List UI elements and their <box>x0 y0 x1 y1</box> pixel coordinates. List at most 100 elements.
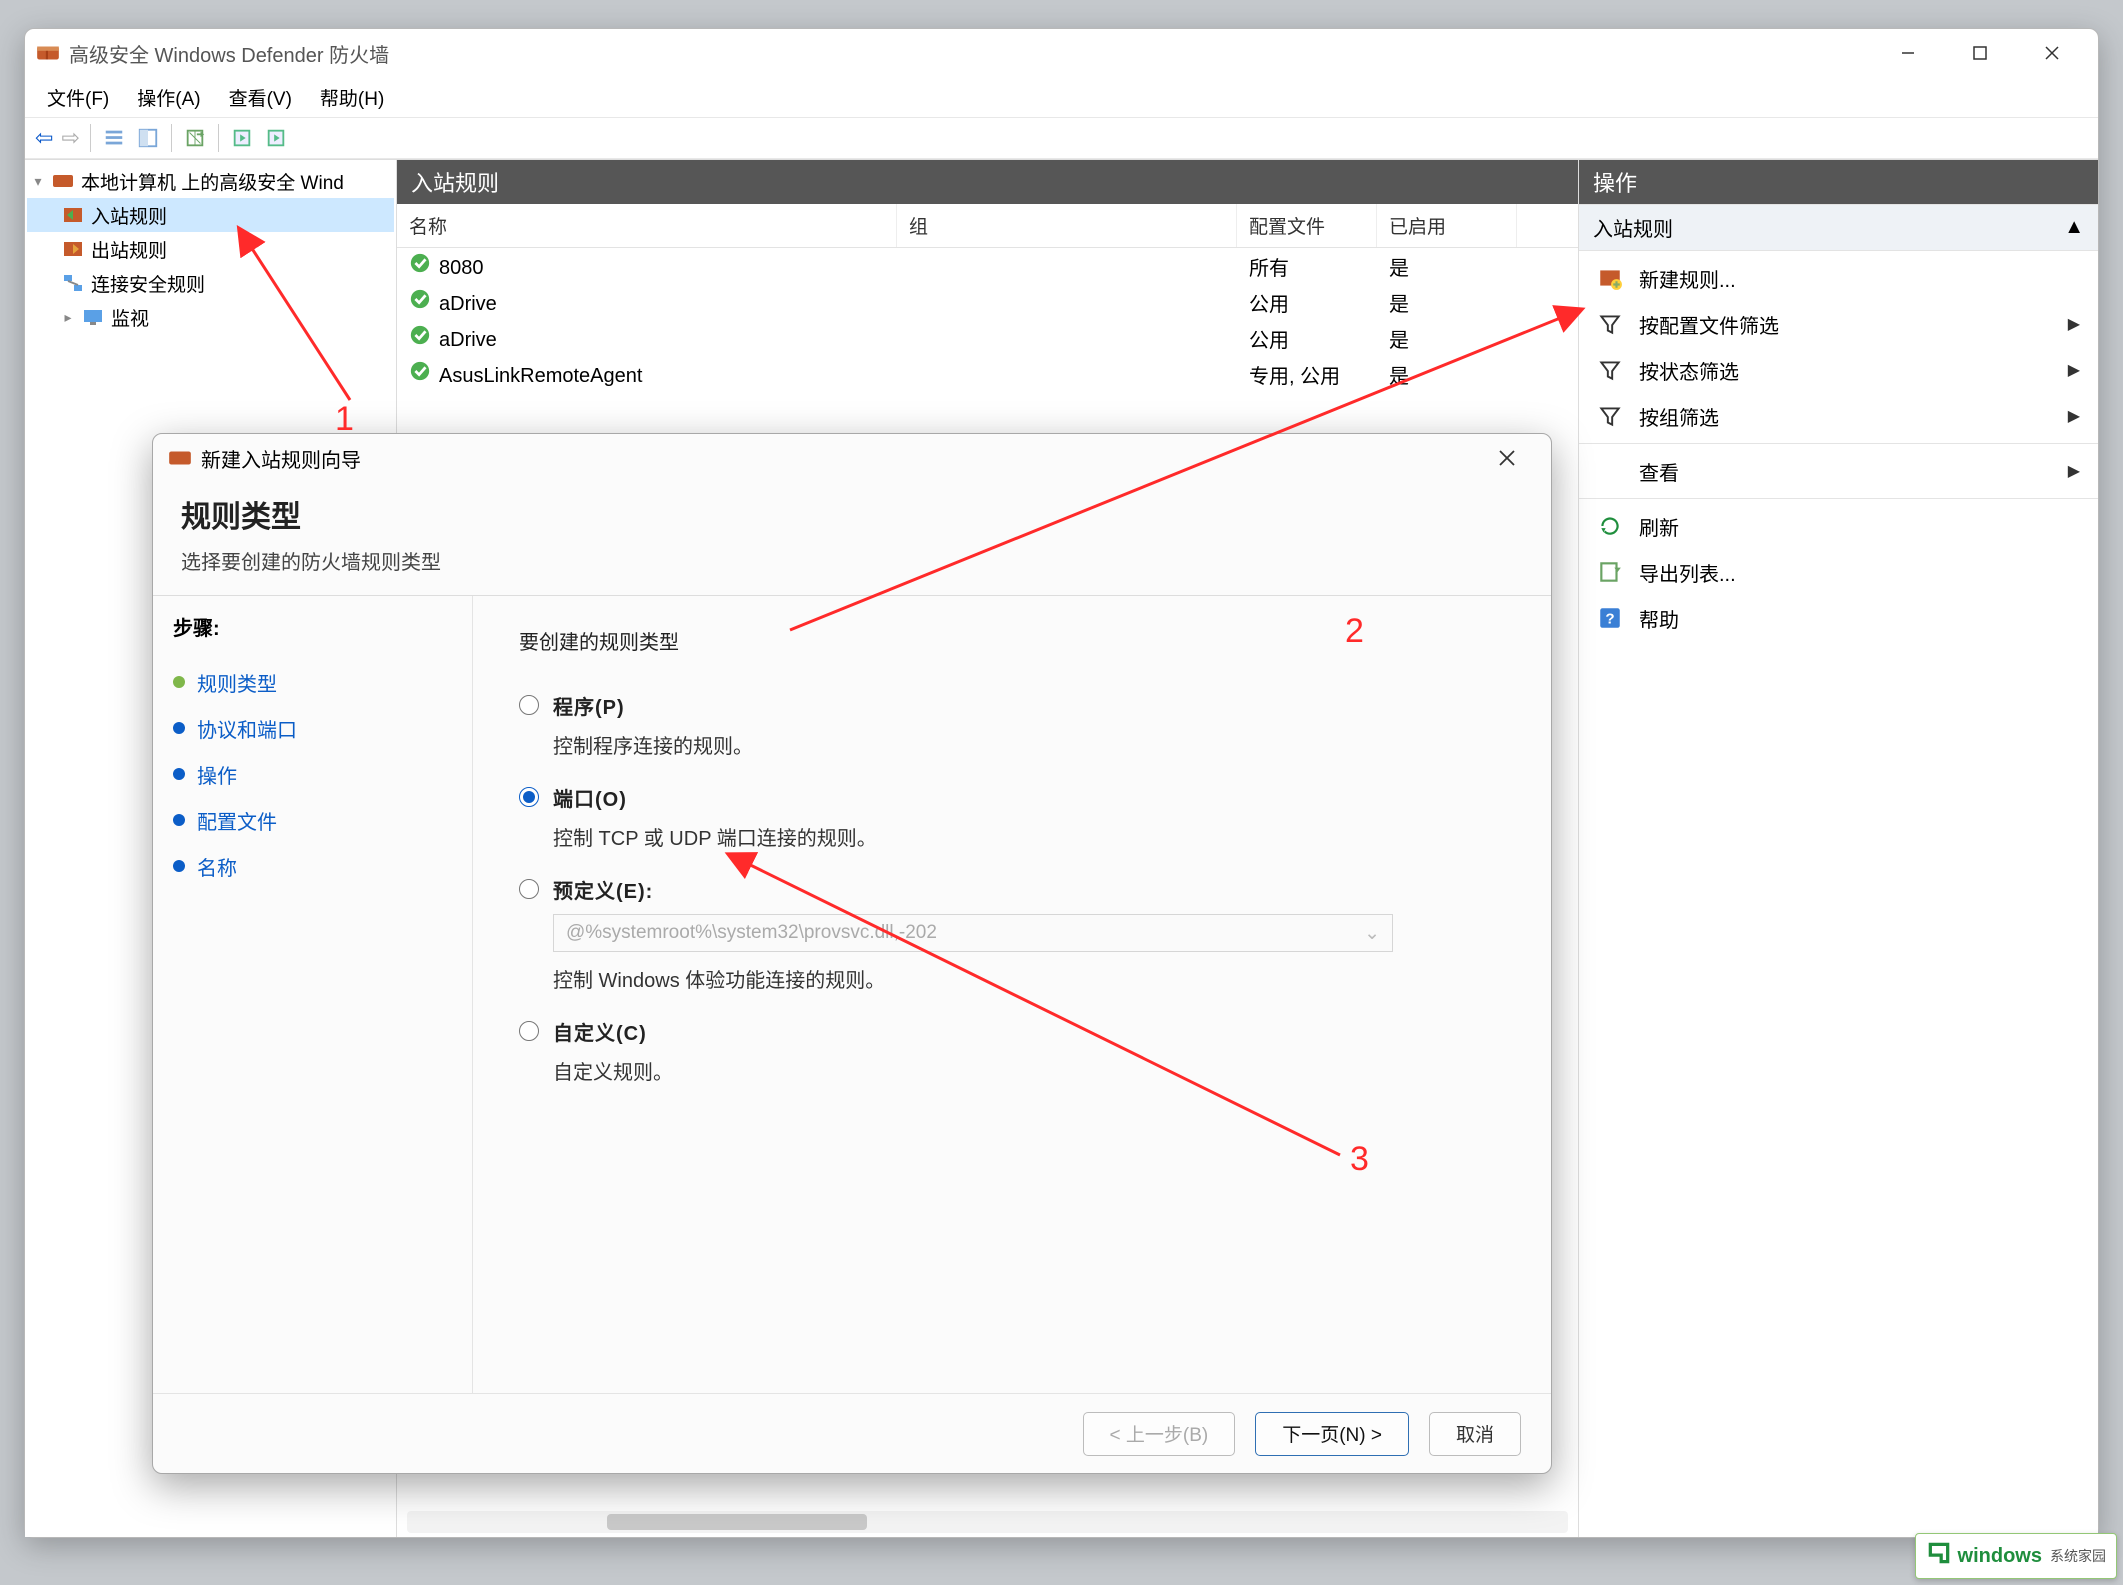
toolbar-button-4[interactable] <box>225 121 259 155</box>
steps-label: 步骤: <box>173 612 452 641</box>
tree-root[interactable]: ▾ 本地计算机 上的高级安全 Wind <box>27 164 394 198</box>
wizard-title: 新建入站规则向导 <box>201 444 361 473</box>
step-profile[interactable]: 配置文件 <box>173 797 452 843</box>
window-title: 高级安全 Windows Defender 防火墙 <box>69 39 389 68</box>
radio-predefined-input[interactable] <box>519 879 539 899</box>
col-name[interactable]: 名称 <box>397 204 897 247</box>
allow-icon <box>409 360 431 382</box>
action-filter-group[interactable]: 按组筛选 ▶ <box>1579 393 2098 439</box>
actions-pane: 操作 入站规则 ▲ 新建规则... 按配置文件筛选 ▶ 按状态筛选 ▶ <box>1578 160 2098 1537</box>
annotation-1: 1 <box>335 400 354 439</box>
radio-custom-input[interactable] <box>519 1021 539 1041</box>
actions-group-title: 入站规则 ▲ <box>1579 204 2098 251</box>
list-header: 名称 组 配置文件 已启用 <box>397 204 1578 248</box>
menu-help[interactable]: 帮助(H) <box>310 80 394 115</box>
action-filter-state[interactable]: 按状态筛选 ▶ <box>1579 347 2098 393</box>
close-button[interactable] <box>2016 32 2088 74</box>
titlebar: 高级安全 Windows Defender 防火墙 <box>25 29 2098 77</box>
minimize-button[interactable] <box>1872 32 1944 74</box>
annotation-2: 2 <box>1345 612 1364 651</box>
tree-root-label: 本地计算机 上的高级安全 Wind <box>81 168 344 195</box>
refresh-icon <box>1597 513 1623 539</box>
toolbar-button-5[interactable] <box>259 121 293 155</box>
funnel-icon <box>1597 357 1623 383</box>
annotation-3: 3 <box>1350 1140 1369 1179</box>
tree-item-label: 入站规则 <box>91 202 167 229</box>
back-button: < 上一步(B) <box>1083 1412 1236 1456</box>
radio-port-input[interactable] <box>519 787 539 807</box>
toolbar: ⇦ ⇨ <box>25 117 2098 159</box>
chevron-down-icon: ⌄ <box>1364 922 1380 945</box>
wizard-steps: 步骤: 规则类型 协议和端口 操作 配置文件 名称 <box>153 596 473 1393</box>
col-profile[interactable]: 配置文件 <box>1237 204 1377 247</box>
firewall-icon <box>51 169 75 193</box>
action-new-rule[interactable]: 新建规则... <box>1579 255 2098 301</box>
watermark: windows系统家园 <box>1915 1533 2117 1579</box>
radio-program-desc: 控制程序连接的规则。 <box>553 730 1505 759</box>
allow-icon <box>409 288 431 310</box>
connection-security-icon <box>61 271 85 295</box>
step-action[interactable]: 操作 <box>173 751 452 797</box>
radio-program-input[interactable] <box>519 695 539 715</box>
chevron-right-icon: ▶ <box>2068 461 2080 481</box>
maximize-button[interactable] <box>1944 32 2016 74</box>
action-refresh[interactable]: 刷新 <box>1579 503 2098 549</box>
funnel-icon <box>1597 311 1623 337</box>
tree-item-label: 连接安全规则 <box>91 270 205 297</box>
allow-icon <box>409 324 431 346</box>
toolbar-button-1[interactable] <box>97 121 131 155</box>
col-enabled[interactable]: 已启用 <box>1377 204 1517 247</box>
menu-file[interactable]: 文件(F) <box>37 80 119 115</box>
tree-toggle-icon[interactable]: ▾ <box>31 173 45 190</box>
menu-action[interactable]: 操作(A) <box>127 80 210 115</box>
center-header: 入站规则 <box>397 160 1578 204</box>
collapse-icon[interactable]: ▲ <box>2064 216 2084 239</box>
firewall-icon <box>167 445 193 471</box>
watermark-brand: windows <box>1958 1545 2042 1568</box>
watermark-logo-icon <box>1926 1540 1952 1572</box>
help-icon: ? <box>1597 605 1623 631</box>
action-help[interactable]: ? 帮助 <box>1579 595 2098 641</box>
action-view[interactable]: 查看 ▶ <box>1579 448 2098 494</box>
tree-item-label: 出站规则 <box>91 236 167 263</box>
menu-view[interactable]: 查看(V) <box>219 80 302 115</box>
nav-forward-icon: ⇨ <box>57 125 83 151</box>
svg-text:?: ? <box>1605 610 1614 627</box>
chevron-right-icon: ▶ <box>2068 314 2080 334</box>
annotation-arrow-2 <box>780 300 1600 640</box>
actions-list: 新建规则... 按配置文件筛选 ▶ 按状态筛选 ▶ 按组筛选 ▶ <box>1579 251 2098 645</box>
next-button[interactable]: 下一页(N) > <box>1255 1412 1409 1456</box>
chevron-right-icon: ▶ <box>2068 406 2080 426</box>
action-export[interactable]: 导出列表... <box>1579 549 2098 595</box>
radio-port[interactable]: 端口(O) <box>519 783 1505 812</box>
nav-back-icon[interactable]: ⇦ <box>31 125 57 151</box>
step-protocol-ports[interactable]: 协议和端口 <box>173 705 452 751</box>
action-filter-profile[interactable]: 按配置文件筛选 ▶ <box>1579 301 2098 347</box>
tree-toggle-icon[interactable]: ▸ <box>61 309 75 326</box>
export-icon <box>1597 559 1623 585</box>
toolbar-button-3[interactable] <box>178 121 212 155</box>
cancel-button[interactable]: 取消 <box>1429 1412 1521 1456</box>
allow-icon <box>409 252 431 274</box>
outbound-rules-icon <box>61 237 85 261</box>
step-rule-type[interactable]: 规则类型 <box>173 659 452 705</box>
firewall-icon <box>35 40 61 66</box>
scrollbar-thumb[interactable] <box>607 1514 867 1530</box>
chevron-right-icon: ▶ <box>2068 360 2080 380</box>
new-rule-icon <box>1597 265 1623 291</box>
actions-header: 操作 <box>1579 160 2098 204</box>
annotation-arrow-3 <box>720 845 1360 1165</box>
col-group[interactable]: 组 <box>897 204 1237 247</box>
radio-program[interactable]: 程序(P) <box>519 691 1505 720</box>
menubar: 文件(F) 操作(A) 查看(V) 帮助(H) <box>25 77 2098 117</box>
annotation-arrow-1 <box>230 220 360 410</box>
tree-item-label: 监视 <box>111 304 149 331</box>
toolbar-button-2[interactable] <box>131 121 165 155</box>
rule-row[interactable]: 8080 所有 是 <box>397 248 1578 284</box>
step-name[interactable]: 名称 <box>173 843 452 889</box>
horizontal-scrollbar[interactable] <box>407 1511 1568 1533</box>
inbound-rules-icon <box>61 203 85 227</box>
funnel-icon <box>1597 403 1623 429</box>
monitoring-icon <box>81 305 105 329</box>
wizard-footer: < 上一步(B) 下一页(N) > 取消 <box>153 1393 1551 1473</box>
